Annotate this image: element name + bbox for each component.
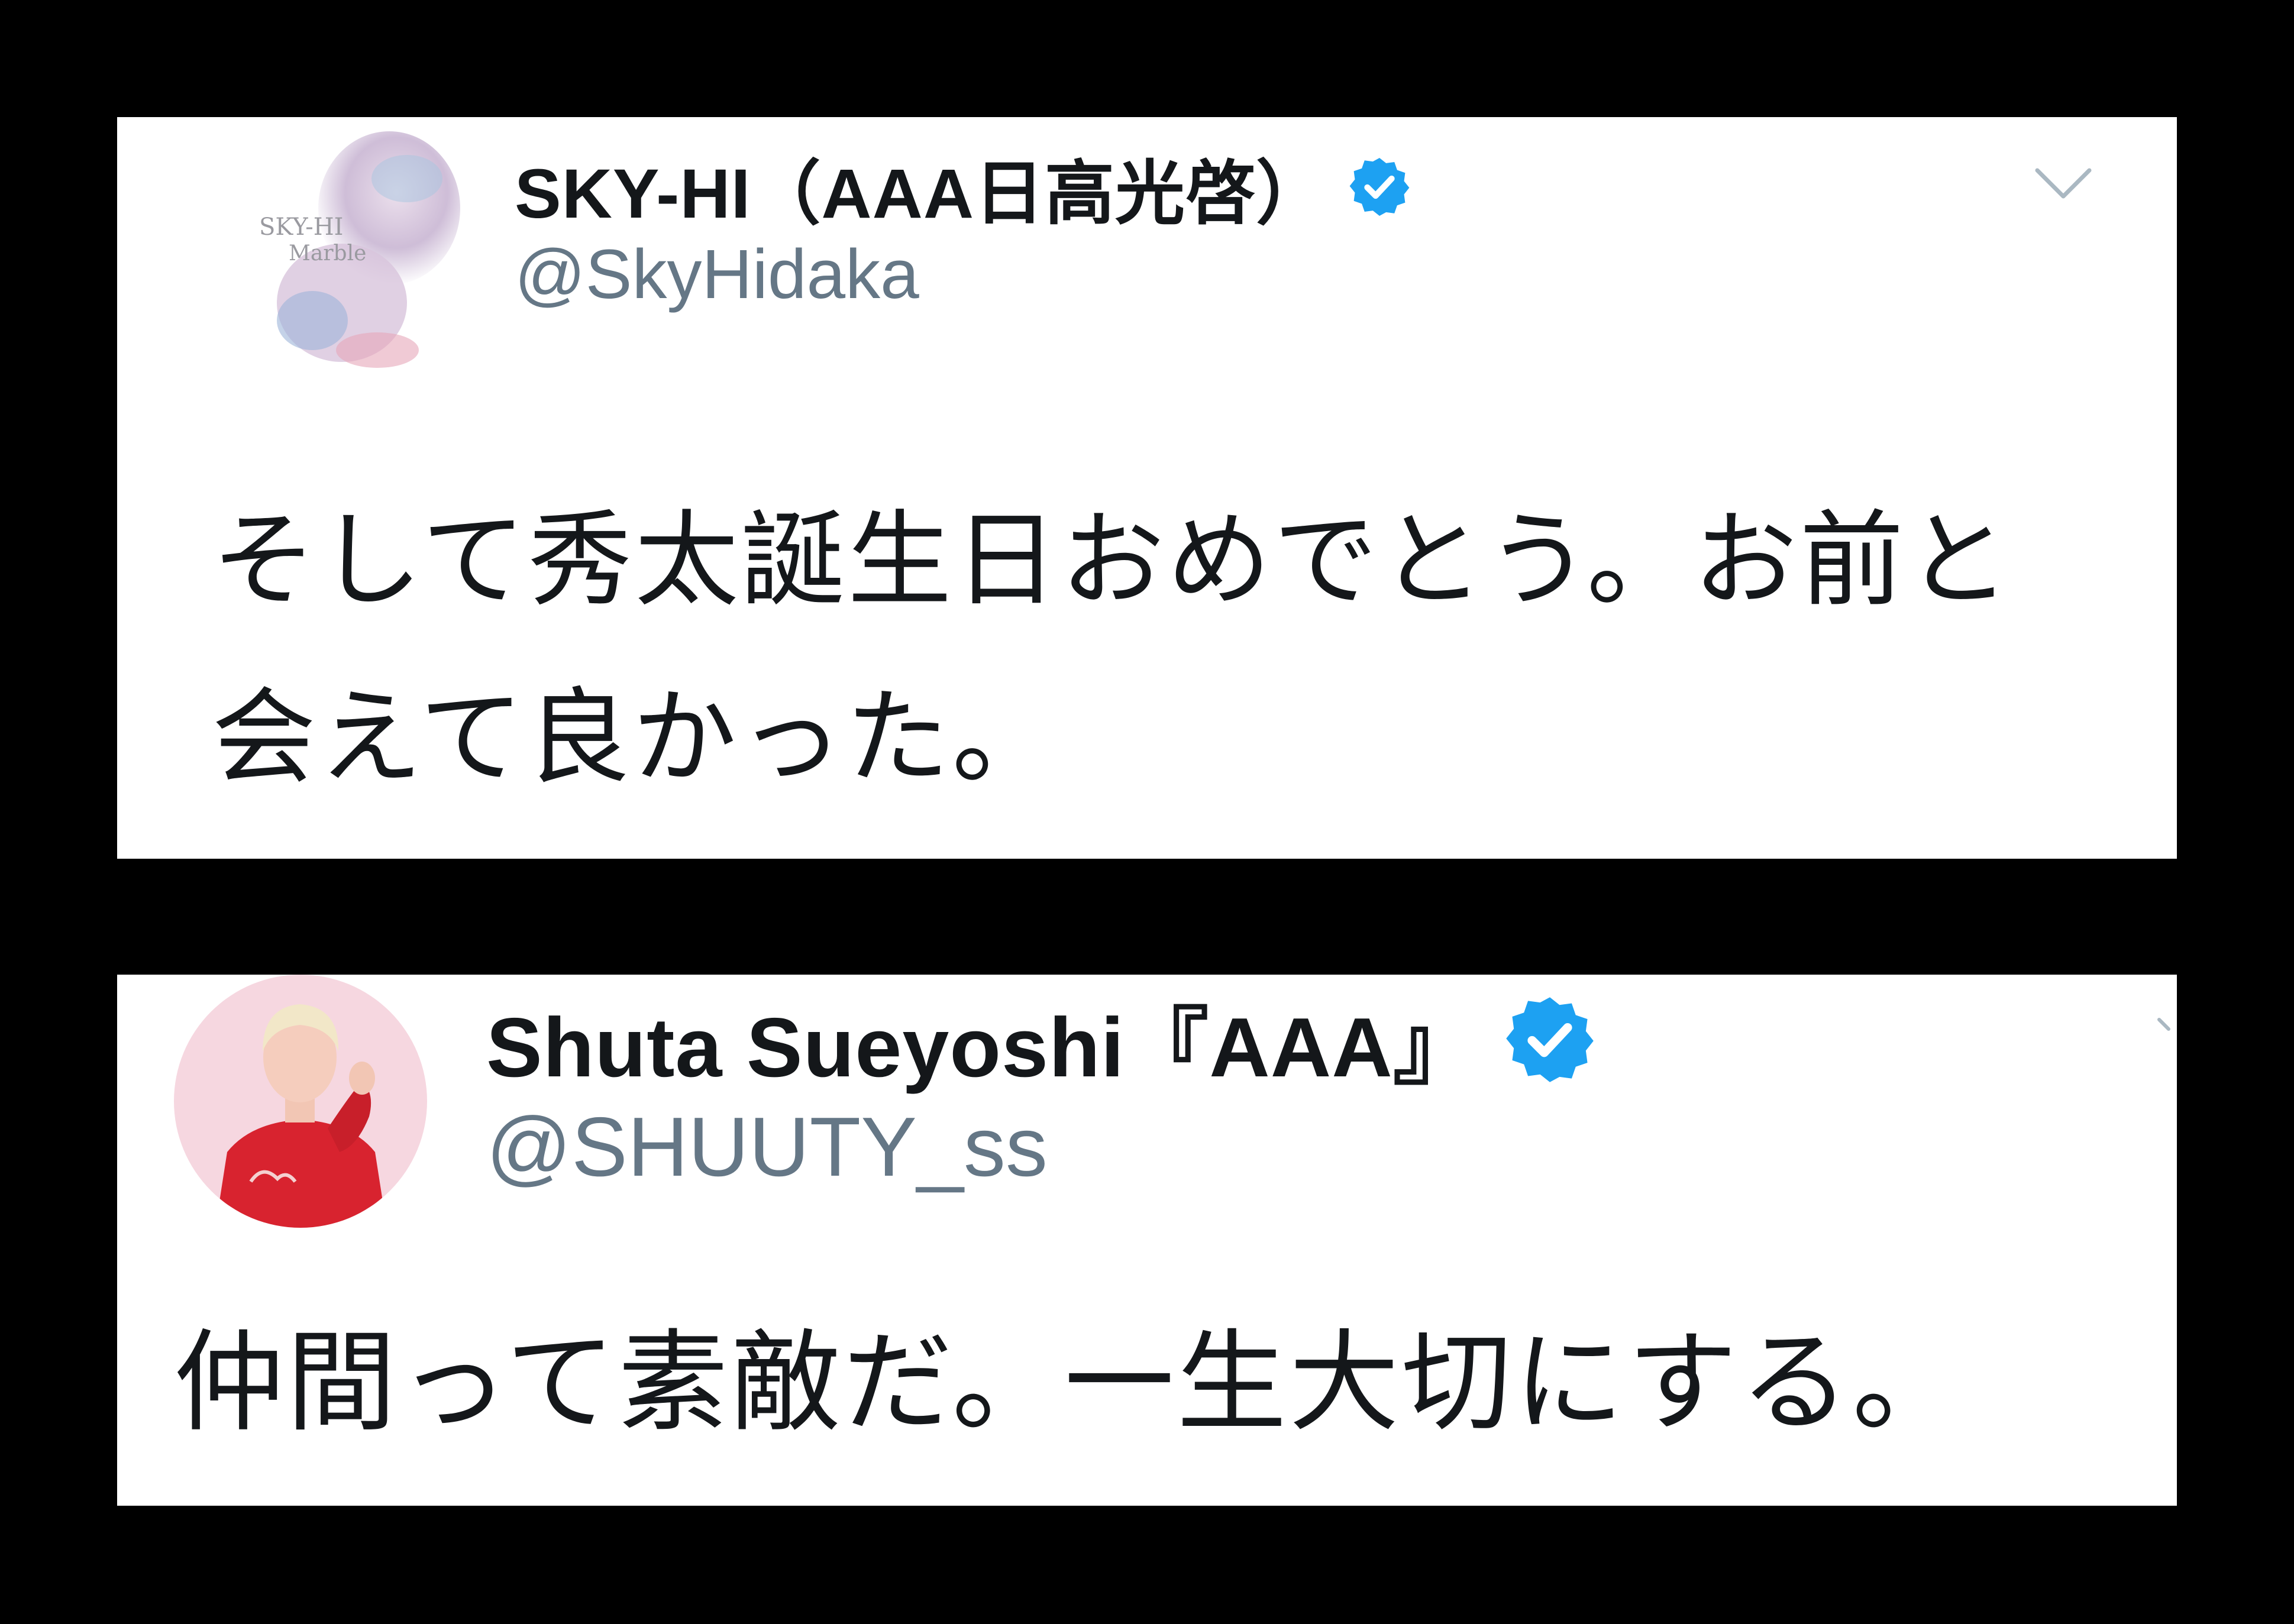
tweet-card-shuta: Shuta Sueyoshi『AAA』 @SHUUTY_ss 仲間って素敵だ。一… (117, 975, 2177, 1506)
handle[interactable]: @SHUUTY_ss (486, 1099, 1048, 1196)
handle[interactable]: @SkyHidaka (515, 234, 919, 315)
name-row: SKY-HI（AAA日高光啓） (515, 140, 1413, 234)
avatar-image: SKY-HI Marble (241, 125, 489, 373)
avatar[interactable]: SKY-HI Marble (241, 125, 489, 373)
avatar-logo-line1: SKY-HI (259, 213, 343, 241)
verified-badge-icon (1501, 991, 1598, 1088)
display-name[interactable]: Shuta Sueyoshi『AAA』 (486, 979, 1478, 1101)
chevron-down-icon[interactable] (2157, 1016, 2171, 1040)
tweet-card-skyhi: SKY-HI Marble SKY-HI（AAA日高光啓） @SkyHidaka… (117, 117, 2177, 859)
name-row: Shuta Sueyoshi『AAA』 (486, 986, 1598, 1095)
tweet-text: 仲間って素敵だ。一生大切にする。 (174, 1318, 1965, 1447)
display-name[interactable]: SKY-HI（AAA日高光啓） (515, 137, 1326, 238)
avatar-logo-line2: Marble (289, 241, 366, 266)
chevron-down-icon[interactable] (2034, 163, 2093, 205)
tweet-text: そして秀太誕生日おめでとう。お前と会えて良かった。 (212, 500, 2013, 798)
avatar[interactable] (174, 975, 427, 1228)
verified-badge-icon (1346, 154, 1413, 220)
avatar-image (174, 975, 427, 1228)
screenshot-stage: SKY-HI Marble SKY-HI（AAA日高光啓） @SkyHidaka… (0, 0, 2294, 1624)
